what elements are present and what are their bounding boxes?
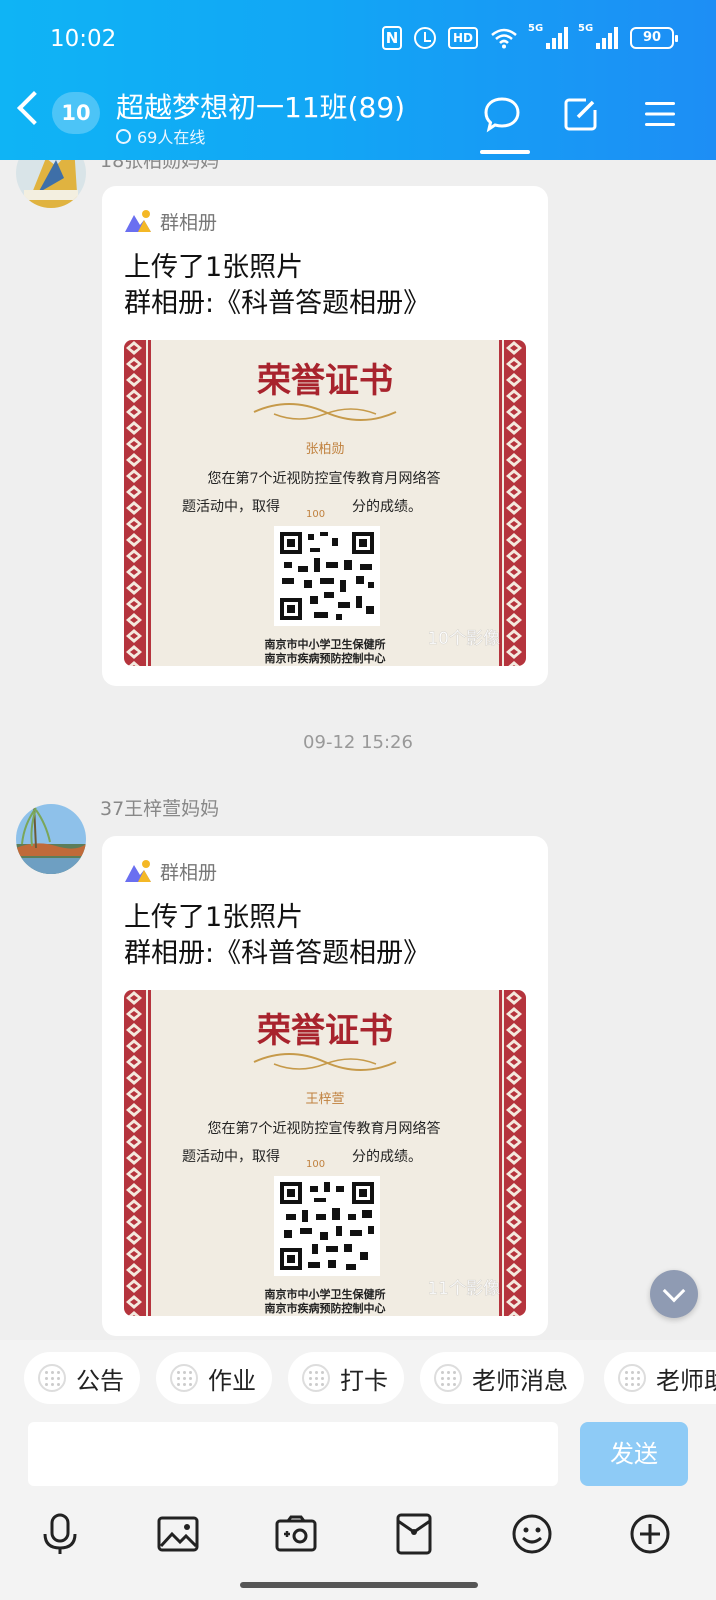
album-icon (125, 210, 151, 232)
cell-signal-icon-2: 5G (578, 23, 618, 49)
cert-text-3: 分的成绩。 (352, 499, 422, 515)
group-title: 超越梦想初一11班(89) (116, 91, 406, 124)
edit-icon (564, 98, 597, 131)
card-source-label: 群相册 (160, 861, 218, 884)
cert-text-2: 题活动中，取得 (182, 498, 280, 515)
cell-signal-icon: 5G (528, 23, 568, 49)
unread-count-badge[interactable]: 10 (52, 92, 100, 134)
card-line-1: 上传了1张照片 (124, 252, 304, 283)
chip-label: 公告 (76, 1366, 124, 1395)
cert-score: 100 (306, 509, 325, 520)
cert-issuer-2: 南京市疾病预防控制中心 (265, 651, 386, 665)
grid-dots-icon (434, 1364, 462, 1392)
card-source: 群相册 (124, 856, 526, 886)
back-icon[interactable] (17, 91, 51, 125)
alarm-icon (413, 27, 436, 49)
cert-issuer: 南京市中小学卫生保健所 (265, 1287, 386, 1301)
quick-chip-teacher-messages[interactable]: 老师消息 (420, 1352, 584, 1404)
hd-voice-icon: HD (447, 27, 478, 49)
grid-dots-icon (170, 1364, 198, 1392)
cert-issuer: 南京市中小学卫生保健所 (265, 637, 386, 651)
camera-icon (275, 1515, 317, 1552)
red-packet-button[interactable] (390, 1510, 438, 1558)
quick-chip-announcement[interactable]: 公告 (24, 1352, 140, 1404)
voice-button[interactable] (36, 1510, 84, 1558)
grid-dots-icon (618, 1364, 646, 1392)
chip-label: 老师消息 (472, 1366, 568, 1395)
sender-name: 37王梓萱妈妈 (100, 798, 220, 820)
qr-code-icon (274, 526, 380, 626)
chat-bubble-icon (484, 97, 520, 133)
sender-name: 18张柏勋妈妈 (100, 160, 220, 172)
album-card[interactable]: 群相册 上传了1张照片 群相册:《科普答题相册》 荣誉证书 (102, 186, 548, 686)
plus-circle-icon (630, 1514, 670, 1554)
notes-button[interactable] (557, 90, 605, 138)
certificate-photo[interactable]: 荣誉证书 张柏勋 您在第7个近视防控宣传教育月网络答 题活动中，取得 100 分… (124, 340, 526, 666)
message-timestamp: 09-12 15:26 (303, 732, 413, 753)
avatar[interactable] (16, 160, 86, 208)
chat-tab-button[interactable] (478, 90, 526, 138)
chip-label: 打卡 (340, 1366, 388, 1395)
cert-title: 荣誉证书 (257, 1011, 393, 1051)
cert-text-2: 题活动中，取得 (182, 1148, 280, 1165)
album-card[interactable]: 群相册 上传了1张照片 群相册:《科普答题相册》 荣誉证书 (102, 836, 548, 1336)
quick-chip-checkin[interactable]: 打卡 (288, 1352, 404, 1404)
cert-recipient: 张柏勋 (305, 442, 344, 457)
quick-app-bar: 公告 作业 打卡 老师消息 老师助手 (0, 1340, 716, 1422)
camera-button[interactable] (272, 1510, 320, 1558)
quick-chip-homework[interactable]: 作业 (156, 1352, 272, 1404)
quick-chip-teacher-assistant[interactable]: 老师助手 (604, 1352, 716, 1404)
chip-label: 作业 (208, 1366, 256, 1395)
card-line-2: 群相册:《科普答题相册》 (124, 938, 431, 969)
photo-button[interactable] (154, 1510, 202, 1558)
grid-dots-icon (38, 1364, 66, 1392)
qr-code-icon (274, 1176, 380, 1276)
chip-label: 老师助手 (656, 1366, 716, 1395)
image-count: 10个影像 (427, 629, 500, 649)
card-source: 群相册 (124, 206, 526, 236)
wifi-icon (490, 27, 518, 49)
grid-dots-icon (302, 1364, 330, 1392)
album-icon (125, 860, 151, 882)
scroll-to-bottom-button[interactable] (650, 1270, 698, 1318)
status-bar: 10:02 N HD 5G 5G 90 (0, 0, 716, 82)
check-circle-icon (116, 128, 131, 144)
emoji-icon (512, 1514, 552, 1554)
avatar[interactable] (16, 804, 86, 874)
card-source-label: 群相册 (160, 211, 218, 234)
menu-button[interactable] (636, 90, 684, 138)
cert-text-3: 分的成绩。 (352, 1149, 422, 1165)
emoji-button[interactable] (508, 1510, 556, 1558)
card-line-1: 上传了1张照片 (124, 902, 304, 933)
image-count: 11个影像 (427, 1279, 500, 1299)
card-line-2: 群相册:《科普答题相册》 (124, 288, 431, 319)
chat-header: 10:02 N HD 5G 5G 90 10 超越梦想初一11班(89) 69人… (0, 0, 716, 160)
cert-text-1: 您在第7个近视防控宣传教育月网络答 (208, 1120, 441, 1137)
message-input-row: 发送 (0, 1422, 716, 1502)
cert-text-1: 您在第7个近视防控宣传教育月网络答 (208, 470, 441, 487)
red-packet-icon (396, 1513, 432, 1555)
cert-title: 荣誉证书 (257, 361, 393, 401)
menu-icon (645, 102, 675, 126)
status-icons: N HD 5G 5G 90 (381, 23, 678, 50)
cert-score: 100 (306, 1159, 325, 1170)
microphone-icon (43, 1513, 77, 1554)
send-button[interactable]: 发送 (580, 1422, 688, 1486)
cert-issuer-2: 南京市疾病预防控制中心 (265, 1301, 386, 1315)
battery-icon: 90 (630, 27, 678, 49)
more-button[interactable] (626, 1510, 674, 1558)
chat-message-list[interactable]: 18张柏勋妈妈 群相册 上传了1张照片 群相册:《科普答题相册》 荣誉证书 张柏… (0, 160, 716, 1340)
online-count-label: 69人在线 (137, 128, 206, 147)
online-count: 69人在线 (116, 124, 205, 148)
home-indicator[interactable] (240, 1582, 478, 1588)
active-tab-indicator (480, 150, 530, 154)
image-icon (157, 1516, 199, 1552)
message-input[interactable] (28, 1422, 558, 1486)
nfc-icon: N (381, 26, 402, 50)
cert-recipient: 王梓萱 (305, 1092, 344, 1107)
certificate-photo[interactable]: 荣誉证书 王梓萱 您在第7个近视防控宣传教育月网络答 题活动中，取得 100 分… (124, 990, 526, 1316)
status-time: 10:02 (50, 26, 117, 52)
